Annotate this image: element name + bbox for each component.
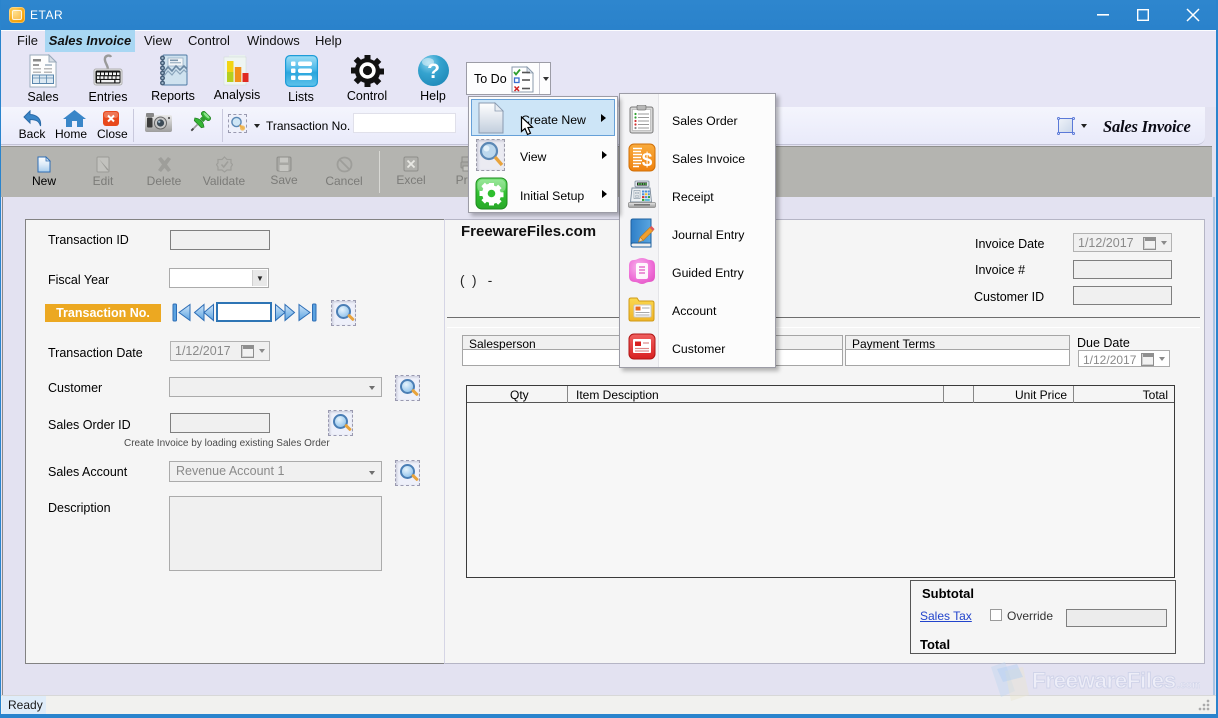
svg-text:$: $: [642, 150, 653, 171]
svg-text:.com: .com: [1177, 679, 1200, 691]
svg-text:?: ?: [427, 60, 440, 83]
svg-text:FreewareFiles: FreewareFiles: [1032, 668, 1176, 693]
